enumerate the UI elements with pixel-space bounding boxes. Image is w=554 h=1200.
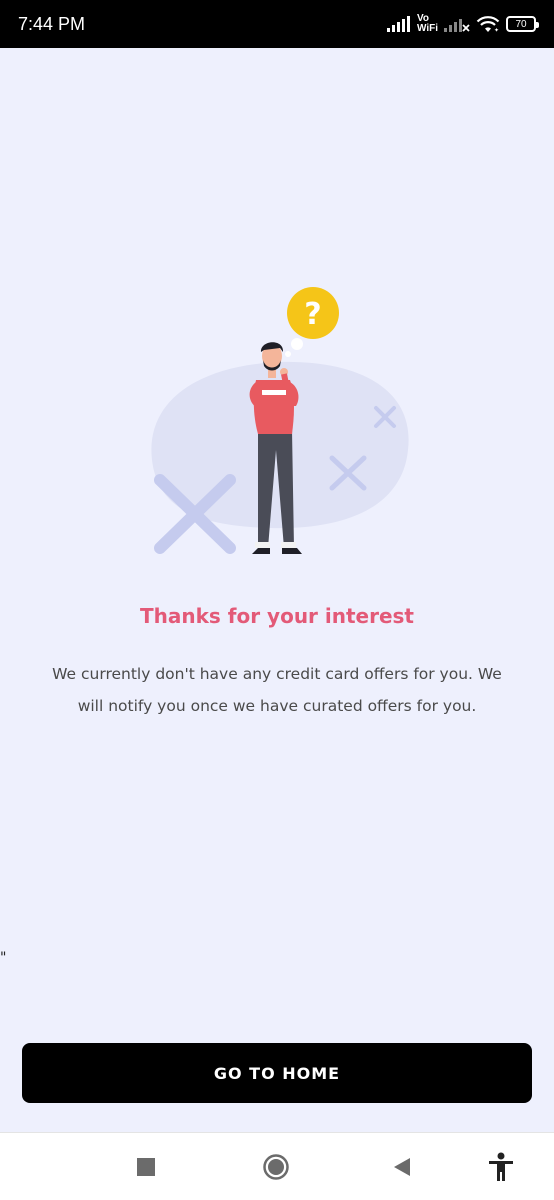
question-bubble-icon: ? bbox=[285, 287, 339, 357]
recent-apps-icon bbox=[137, 1158, 155, 1176]
wifi-icon: ✦ bbox=[476, 16, 500, 33]
system-navigation-bar bbox=[0, 1132, 554, 1200]
empty-state-message: We currently don't have any credit card … bbox=[52, 665, 502, 715]
recent-apps-button[interactable] bbox=[120, 1133, 172, 1200]
status-time: 7:44 PM bbox=[18, 13, 86, 34]
home-icon bbox=[263, 1154, 289, 1180]
vowifi-icon: Vo WiFi bbox=[416, 13, 438, 34]
status-icons: Vo WiFi ✦ 70 bbox=[386, 13, 539, 34]
accessibility-button[interactable] bbox=[478, 1133, 524, 1200]
home-nav-button[interactable] bbox=[249, 1133, 303, 1200]
back-icon bbox=[394, 1158, 410, 1176]
signal-icon bbox=[386, 16, 410, 32]
empty-state-title: Thanks for your interest bbox=[139, 604, 414, 628]
signal-no-service-icon bbox=[444, 19, 470, 32]
svg-text:?: ? bbox=[304, 297, 321, 332]
stray-text-mark: " bbox=[0, 950, 7, 966]
svg-text:✦: ✦ bbox=[494, 27, 499, 33]
back-button[interactable] bbox=[378, 1133, 426, 1200]
go-to-home-button[interactable]: GO TO HOME bbox=[22, 1043, 532, 1103]
battery-icon: 70 bbox=[506, 16, 539, 32]
status-bar: 7:44 PM Vo WiFi ✦ 70 bbox=[0, 0, 554, 48]
empty-state-illustration: ? bbox=[140, 280, 420, 570]
accessibility-icon bbox=[489, 1152, 513, 1181]
